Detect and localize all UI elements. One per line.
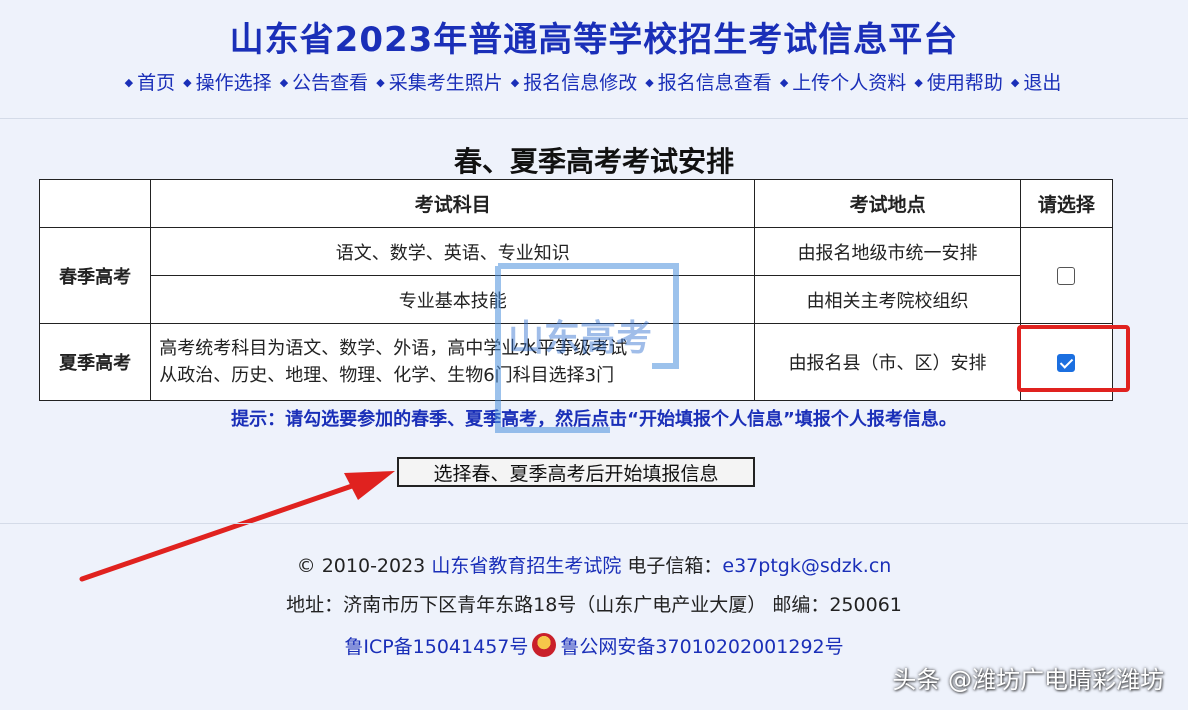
bullet-icon: ◆ [914, 76, 923, 89]
summer-subject-line-2: 从政治、历史、地理、物理、化学、生物6门科目选择3门 [159, 365, 615, 386]
exam-arrangement-table: 考试科目 考试地点 请选择 春季高考 语文、数学、英语、专业知识 由报名地级市统… [38, 179, 1114, 401]
table-row-spring-2: 专业基本技能 由相关主考院校组织 [40, 275, 1113, 324]
table-header-subject: 考试科目 [150, 179, 756, 228]
instruction-tip: 提示：请勾选要参加的春季、夏季高考，然后点击“开始填报个人信息”填报个人报考信息… [231, 409, 957, 430]
bullet-icon: ◆ [183, 76, 192, 89]
email-link[interactable]: e37ptgk@sdzk.cn [722, 555, 891, 577]
summer-subject: 高考统考科目为语文、数学、外语，高中学业水平等级考试 从政治、历史、地理、物理、… [150, 323, 756, 401]
nav-announcements[interactable]: 公告查看 [292, 72, 368, 94]
bullet-icon: ◆ [1010, 76, 1020, 89]
bullet-icon: ◆ [279, 76, 289, 89]
org-link[interactable]: 山东省教育招生考试院 [431, 555, 621, 577]
table-row-summer: 夏季高考 高考统考科目为语文、数学、外语，高中学业水平等级考试 从政治、历史、地… [38, 323, 1114, 401]
footer-records-line: 鲁ICP备15041457号 鲁公网安备37010202001292号 [0, 632, 1188, 659]
spring-exam-label: 春季高考 [38, 227, 152, 324]
email-label: 电子信箱： [627, 555, 723, 577]
spring-subject-1: 语文、数学、英语、专业知识 [150, 227, 756, 276]
spring-checkbox[interactable] [1057, 267, 1076, 285]
main-nav: ◆ 首页 ◆ 操作选择 ◆ 公告查看 ◆ 采集考生照片 ◆ 报名信息修改 ◆ 报名信息查看 … [40, 68, 1148, 95]
bullet-icon: ◆ [124, 76, 134, 89]
nav-home[interactable]: 首页 [137, 72, 175, 94]
table-header-row: 考试科目 考试地点 请选择 [38, 179, 1114, 228]
nav-collect-photo[interactable]: 采集考生照片 [389, 72, 503, 94]
site-title: 山东省2023年普通高等学校招生考试信息平台 [229, 20, 959, 60]
copyright-text: © 2010-2023 [296, 555, 426, 577]
spring-select-cell [1019, 227, 1114, 324]
page-title: 春、夏季高考考试安排 [453, 145, 734, 178]
spring-location-2: 由相关主考院校组织 [754, 275, 1021, 324]
spring-location-1: 由报名地级市统一安排 [754, 227, 1021, 276]
footer-address: 地址：济南市历下区青年东路18号（山东广电产业大厦） 邮编：250061 [286, 594, 902, 616]
nav-view-registration[interactable]: 报名信息查看 [658, 72, 772, 94]
icp-link[interactable]: 鲁ICP备15041457号 [344, 636, 528, 658]
police-badge-icon [532, 633, 557, 657]
start-fill-button[interactable]: 选择春、夏季高考后开始填报信息 [397, 457, 755, 487]
site-header: 山东省2023年普通高等学校招生考试信息平台 ◆ 首页 ◆ 操作选择 ◆ 公告查看 ◆… [0, 0, 1188, 119]
table-header-location: 考试地点 [754, 179, 1021, 228]
bullet-icon: ◆ [510, 76, 520, 89]
table-header-empty [38, 179, 152, 228]
nav-edit-registration[interactable]: 报名信息修改 [523, 72, 637, 94]
summer-exam-label: 夏季高考 [38, 323, 152, 401]
bullet-icon: ◆ [779, 76, 789, 89]
nav-logout[interactable]: 退出 [1023, 72, 1061, 94]
nav-upload-documents[interactable]: 上传个人资料 [792, 72, 906, 94]
highlight-box [1017, 325, 1130, 392]
bullet-icon: ◆ [376, 76, 385, 89]
summer-location: 由报名县（市、区）安排 [754, 323, 1021, 401]
nav-operation-select[interactable]: 操作选择 [196, 72, 272, 94]
bullet-icon: ◆ [645, 76, 654, 89]
police-record-link[interactable]: 鲁公网安备37010202001292号 [560, 636, 843, 658]
summer-subject-line-1: 高考统考科目为语文、数学、外语，高中学业水平等级考试 [159, 338, 628, 359]
source-credit: 头条 @潍坊广电睛彩潍坊 [892, 666, 1164, 694]
footer-divider [0, 523, 1188, 524]
table-row-spring-1: 春季高考 语文、数学、英语、专业知识 由报名地级市统一安排 [38, 227, 1114, 324]
table-header-select: 请选择 [1019, 179, 1114, 228]
footer-copyright-line: © 2010-2023 山东省教育招生考试院 电子信箱：e37ptgk@sdzk… [0, 551, 1188, 578]
nav-help[interactable]: 使用帮助 [927, 72, 1003, 94]
spring-subject-2: 专业基本技能 [150, 275, 756, 324]
